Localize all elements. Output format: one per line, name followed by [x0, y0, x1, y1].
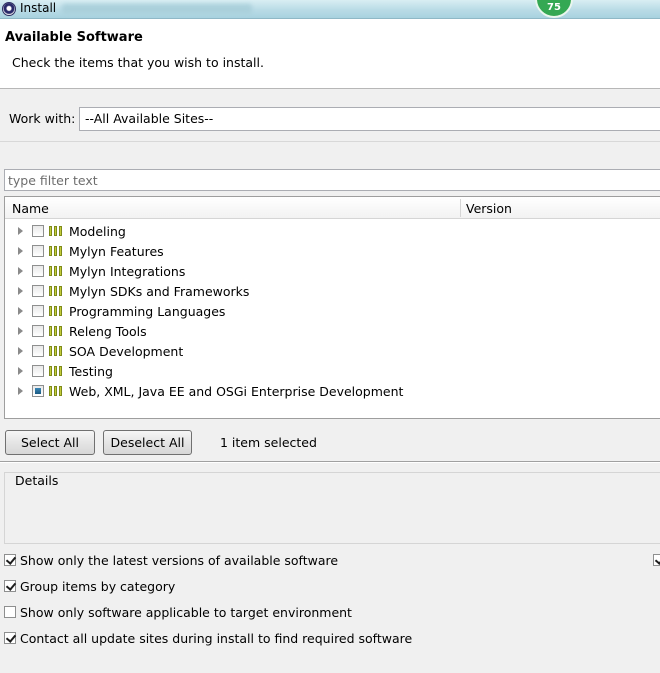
row-checkbox[interactable]	[32, 305, 44, 317]
expand-arrow-icon[interactable]	[18, 287, 23, 295]
category-icon	[49, 366, 64, 376]
deselect-all-button[interactable]: Deselect All	[103, 430, 192, 455]
row-label: Releng Tools	[69, 324, 147, 339]
tree-row[interactable]: Releng Tools	[5, 321, 660, 341]
row-checkbox[interactable]	[32, 365, 44, 377]
expand-arrow-icon[interactable]	[18, 347, 23, 355]
row-checkbox[interactable]	[32, 265, 44, 277]
option-checkbox[interactable]	[4, 580, 16, 592]
category-icon	[49, 266, 64, 276]
option-label[interactable]: Group items by category	[20, 579, 175, 594]
tree-row[interactable]: Mylyn Features	[5, 241, 660, 261]
page-subtitle: Check the items that you wish to install…	[12, 55, 264, 70]
option-checkbox[interactable]	[4, 554, 16, 566]
column-name[interactable]: Name	[12, 201, 49, 216]
row-label: Mylyn Integrations	[69, 264, 186, 279]
work-with-combo[interactable]: --All Available Sites--	[79, 107, 660, 131]
option-label[interactable]: Show only the latest versions of availab…	[20, 553, 338, 568]
tree-row[interactable]: Web, XML, Java EE and OSGi Enterprise De…	[5, 381, 660, 401]
tree-row[interactable]: Programming Languages	[5, 301, 660, 321]
select-all-button[interactable]: Select All	[5, 430, 95, 455]
option-label[interactable]: Show only software applicable to target …	[20, 605, 352, 620]
row-label: SOA Development	[69, 344, 184, 359]
software-tree[interactable]: Name Version Modeling Mylyn Features Myl…	[4, 196, 660, 419]
row-label: Testing	[69, 364, 113, 379]
counter-badge: 75	[535, 0, 573, 18]
expand-arrow-icon[interactable]	[18, 267, 23, 275]
blurred-title-detail	[62, 4, 252, 14]
expand-arrow-icon[interactable]	[18, 307, 23, 315]
option-checkbox-right[interactable]	[653, 554, 660, 566]
divider-highlight	[0, 462, 660, 463]
tree-row[interactable]: Mylyn SDKs and Frameworks	[5, 281, 660, 301]
column-divider[interactable]	[460, 199, 461, 217]
page-title: Available Software	[5, 30, 143, 45]
row-label: Programming Languages	[69, 304, 226, 319]
title-bar: Install 75	[0, 0, 660, 19]
row-label: Mylyn Features	[69, 244, 164, 259]
tree-row[interactable]: Modeling	[5, 221, 660, 241]
row-label: Mylyn SDKs and Frameworks	[69, 284, 250, 299]
expand-arrow-icon[interactable]	[18, 387, 23, 395]
details-group: Details	[4, 472, 660, 544]
category-icon	[49, 226, 64, 236]
category-icon	[49, 346, 64, 356]
category-icon	[49, 246, 64, 256]
row-checkbox[interactable]	[32, 325, 44, 337]
expand-arrow-icon[interactable]	[18, 367, 23, 375]
tree-row[interactable]: Testing	[5, 361, 660, 381]
wizard-header: Available Software Check the items that …	[0, 19, 660, 89]
row-checkbox[interactable]	[32, 225, 44, 237]
row-checkbox[interactable]	[32, 245, 44, 257]
row-checkbox[interactable]	[32, 285, 44, 297]
row-checkbox[interactable]	[32, 385, 44, 397]
details-label: Details	[13, 473, 61, 488]
category-icon	[49, 386, 64, 396]
window-title: Install	[20, 1, 57, 15]
work-with-label: Work with:	[9, 111, 76, 126]
filter-input[interactable]: type filter text	[4, 169, 660, 191]
selection-status: 1 item selected	[220, 435, 317, 450]
category-icon	[49, 286, 64, 296]
row-label: Modeling	[69, 224, 126, 239]
category-icon	[49, 306, 64, 316]
option-checkbox[interactable]	[4, 632, 16, 644]
tree-header: Name Version	[5, 197, 660, 219]
divider	[0, 141, 660, 142]
expand-arrow-icon[interactable]	[18, 227, 23, 235]
row-label: Web, XML, Java EE and OSGi Enterprise De…	[69, 384, 404, 399]
tree-row[interactable]: SOA Development	[5, 341, 660, 361]
expand-arrow-icon[interactable]	[18, 327, 23, 335]
option-label[interactable]: Contact all update sites during install …	[20, 631, 412, 646]
expand-arrow-icon[interactable]	[18, 247, 23, 255]
eclipse-icon	[2, 2, 16, 16]
column-version[interactable]: Version	[466, 201, 512, 216]
tree-row[interactable]: Mylyn Integrations	[5, 261, 660, 281]
row-checkbox[interactable]	[32, 345, 44, 357]
option-checkbox[interactable]	[4, 606, 16, 618]
category-icon	[49, 326, 64, 336]
